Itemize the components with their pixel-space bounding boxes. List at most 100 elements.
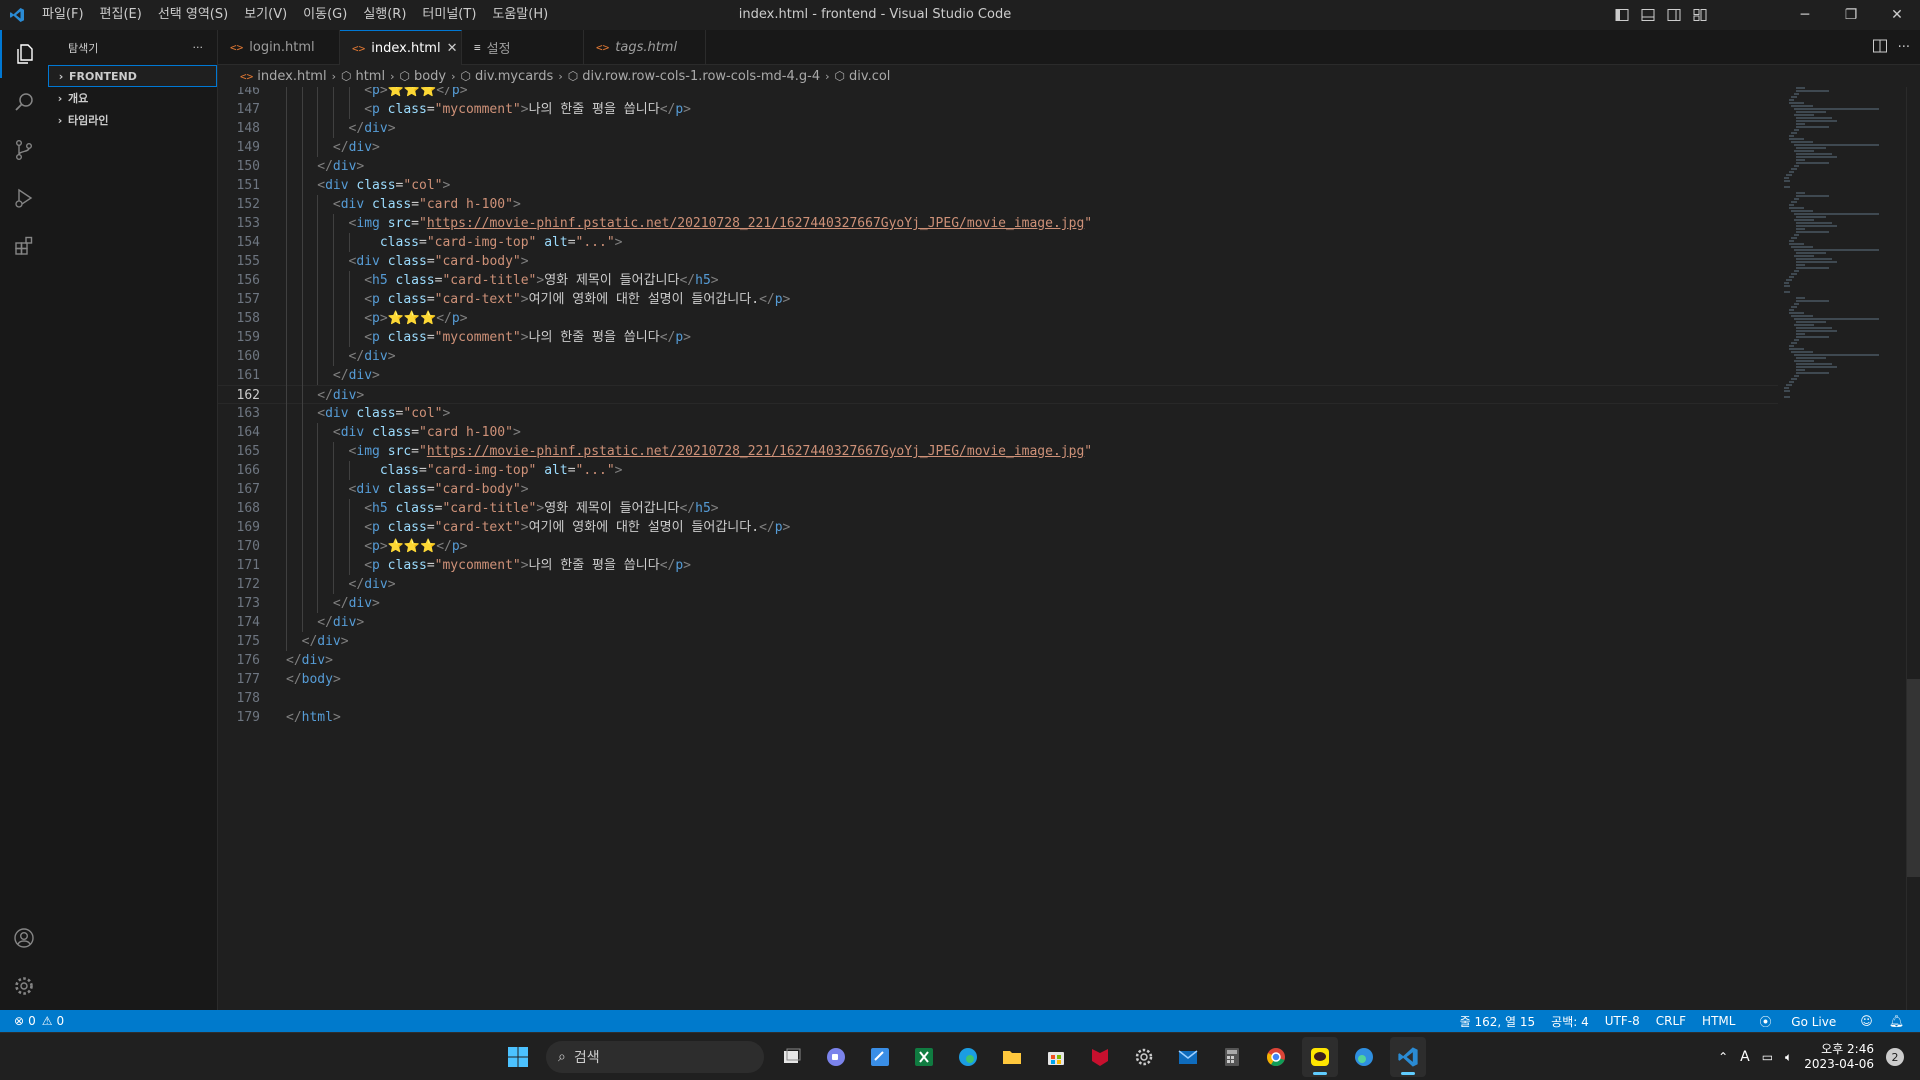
code-line[interactable]: 150 </div> bbox=[218, 157, 1778, 176]
code-line[interactable]: 157 <p class="card-text">여기에 영화에 대한 설명이 들… bbox=[218, 290, 1778, 309]
cursor-position[interactable]: 줄 162, 열 15 bbox=[1452, 1013, 1544, 1030]
accounts-icon[interactable] bbox=[0, 914, 48, 962]
teams-chat-icon[interactable] bbox=[818, 1037, 854, 1077]
code-line[interactable]: 170 <p>⭐⭐⭐</p> bbox=[218, 537, 1778, 556]
code-line[interactable]: 149 </div> bbox=[218, 138, 1778, 157]
volume-icon[interactable]: 🔈︎ bbox=[1785, 1050, 1792, 1065]
vscode-taskbar-icon[interactable] bbox=[1390, 1037, 1426, 1077]
menu-item[interactable]: 터미널(T) bbox=[414, 0, 484, 30]
tab-login-html[interactable]: <> login.html bbox=[218, 30, 340, 65]
customize-layout-icon[interactable] bbox=[1690, 5, 1710, 25]
end-of-line[interactable]: CRLF bbox=[1648, 1014, 1694, 1028]
more-actions-icon[interactable]: ··· bbox=[193, 41, 204, 54]
source-control-icon[interactable] bbox=[0, 126, 48, 174]
breadcrumb-item-body[interactable]: ⬡ body bbox=[399, 69, 446, 84]
toggle-secondary-sidebar-icon[interactable] bbox=[1664, 5, 1684, 25]
minimize-button[interactable]: ─ bbox=[1782, 0, 1828, 30]
toggle-panel-icon[interactable] bbox=[1638, 5, 1658, 25]
code-line[interactable]: 173 </div> bbox=[218, 594, 1778, 613]
code-line[interactable]: 169 <p class="card-text">여기에 영화에 대한 설명이 들… bbox=[218, 518, 1778, 537]
encoding[interactable]: UTF-8 bbox=[1597, 1014, 1648, 1028]
code-line[interactable]: 155 <div class="card-body"> bbox=[218, 252, 1778, 271]
more-actions-icon[interactable]: ··· bbox=[1898, 40, 1910, 55]
code-line[interactable]: 154 class="card-img-top" alt="..."> bbox=[218, 233, 1778, 252]
menu-item[interactable]: 실행(R) bbox=[355, 0, 414, 30]
code-line[interactable]: 171 <p class="mycomment">나의 한줄 평을 씁니다</p> bbox=[218, 556, 1778, 575]
menu-item[interactable]: 도움말(H) bbox=[484, 0, 556, 30]
task-view-icon[interactable] bbox=[774, 1037, 810, 1077]
language-mode[interactable]: HTML bbox=[1694, 1014, 1743, 1028]
code-line[interactable]: 165 <img src="https://movie-phinf.pstatic… bbox=[218, 442, 1778, 461]
clock[interactable]: 오후 2:46 2023-04-06 bbox=[1804, 1042, 1874, 1072]
code-line[interactable]: 160 </div> bbox=[218, 347, 1778, 366]
scrollbar-thumb[interactable] bbox=[1907, 679, 1920, 877]
breadcrumb-item-mycards[interactable]: ⬡ div.mycards bbox=[461, 69, 554, 84]
code-line[interactable]: 156 <h5 class="card-title">영화 제목이 들어갑니다</… bbox=[218, 271, 1778, 290]
notification-badge[interactable]: 2 bbox=[1886, 1048, 1904, 1066]
file-explorer-icon[interactable] bbox=[994, 1037, 1030, 1077]
breadcrumb-item-file[interactable]: <> index.html bbox=[240, 69, 327, 84]
store-icon[interactable] bbox=[1038, 1037, 1074, 1077]
code-line[interactable]: 148 </div> bbox=[218, 119, 1778, 138]
code-line[interactable]: 178 bbox=[218, 689, 1778, 708]
problems-indicator[interactable]: ⊗ 0 ⚠ 0 bbox=[0, 1014, 64, 1028]
menu-item[interactable]: 편집(E) bbox=[92, 0, 150, 30]
close-tab-icon[interactable]: ✕ bbox=[447, 41, 458, 56]
code-line[interactable]: 147 <p class="mycomment">나의 한줄 평을 씁니다</p> bbox=[218, 100, 1778, 119]
manage-gear-icon[interactable] bbox=[0, 962, 48, 1010]
token-link[interactable]: https://movie-phinf.pstatic.net/20210728… bbox=[427, 216, 1084, 231]
chevron-up-icon[interactable]: ⌃ bbox=[1718, 1050, 1728, 1064]
section-timeline[interactable]: › 타임라인 bbox=[48, 109, 217, 131]
tab-index-html[interactable]: <> index.html ✕ bbox=[340, 30, 462, 65]
chrome-icon[interactable] bbox=[1258, 1037, 1294, 1077]
edge-dev-icon[interactable] bbox=[1346, 1037, 1382, 1077]
toggle-primary-sidebar-icon[interactable] bbox=[1612, 5, 1632, 25]
breadcrumb-item-col[interactable]: ⬡ div.col bbox=[835, 69, 891, 84]
code-line[interactable]: 166 class="card-img-top" alt="..."> bbox=[218, 461, 1778, 480]
settings-gear-icon[interactable] bbox=[1126, 1037, 1162, 1077]
mail-icon[interactable] bbox=[1170, 1037, 1206, 1077]
taskbar-search-box[interactable]: ⌕ 검색 bbox=[546, 1041, 764, 1073]
code-line[interactable]: 167 <div class="card-body"> bbox=[218, 480, 1778, 499]
code-line[interactable]: 159 <p class="mycomment">나의 한줄 평을 씁니다</p> bbox=[218, 328, 1778, 347]
code-line[interactable]: 152 <div class="card h-100"> bbox=[218, 195, 1778, 214]
code-line[interactable]: 153 <img src="https://movie-phinf.pstatic… bbox=[218, 214, 1778, 233]
split-editor-icon[interactable] bbox=[1872, 38, 1888, 58]
tab-settings[interactable]: ≡ 설정 bbox=[462, 30, 584, 65]
run-debug-icon[interactable] bbox=[0, 174, 48, 222]
section-outline[interactable]: › 개요 bbox=[48, 87, 217, 109]
code-line[interactable]: 162 </div> bbox=[218, 385, 1778, 404]
extensions-icon[interactable] bbox=[0, 222, 48, 270]
mcafee-icon[interactable] bbox=[1082, 1037, 1118, 1077]
excel-icon[interactable] bbox=[906, 1037, 942, 1077]
indentation[interactable]: 공백: 4 bbox=[1543, 1013, 1597, 1030]
bell-icon[interactable]: 🔔︎ bbox=[1881, 1014, 1912, 1028]
menu-item[interactable]: 이동(G) bbox=[295, 0, 355, 30]
token-link[interactable]: https://movie-phinf.pstatic.net/20210728… bbox=[427, 444, 1084, 459]
close-window-button[interactable]: ✕ bbox=[1874, 0, 1920, 30]
menu-item[interactable]: 파일(F) bbox=[34, 0, 92, 30]
tab-tags-html[interactable]: <> tags.html bbox=[584, 30, 706, 65]
code-line[interactable]: 177 </body> bbox=[218, 670, 1778, 689]
code-line[interactable]: 176 </div> bbox=[218, 651, 1778, 670]
ime-icon[interactable]: A bbox=[1740, 1049, 1750, 1065]
code-line[interactable]: 161 </div> bbox=[218, 366, 1778, 385]
calculator-icon[interactable] bbox=[1214, 1037, 1250, 1077]
whiteboard-icon[interactable] bbox=[862, 1037, 898, 1077]
explorer-icon[interactable] bbox=[0, 30, 48, 78]
search-icon[interactable] bbox=[0, 78, 48, 126]
code-line[interactable]: 172 </div> bbox=[218, 575, 1778, 594]
kakaotalk-icon[interactable] bbox=[1302, 1037, 1338, 1077]
code-line[interactable]: 158 <p>⭐⭐⭐</p> bbox=[218, 309, 1778, 328]
code-line[interactable]: 174 </div> bbox=[218, 613, 1778, 632]
code-line[interactable]: 151 <div class="col"> bbox=[218, 176, 1778, 195]
code-line[interactable]: 175 </div> bbox=[218, 632, 1778, 651]
minimap[interactable] bbox=[1784, 87, 1894, 467]
code-line[interactable]: 146 <p>⭐⭐⭐</p> bbox=[218, 87, 1778, 100]
breadcrumb-item-row[interactable]: ⬡ div.row.row-cols-1.row-cols-md-4.g-4 bbox=[568, 69, 820, 84]
breadcrumb-item-html[interactable]: ⬡ html bbox=[341, 69, 385, 84]
menu-item[interactable]: 선택 영역(S) bbox=[150, 0, 236, 30]
network-icon[interactable]: ▭ bbox=[1762, 1050, 1773, 1064]
go-live-button[interactable]: ⦿ Go Live bbox=[1743, 1013, 1852, 1030]
maximize-button[interactable]: ❐ bbox=[1828, 0, 1874, 30]
